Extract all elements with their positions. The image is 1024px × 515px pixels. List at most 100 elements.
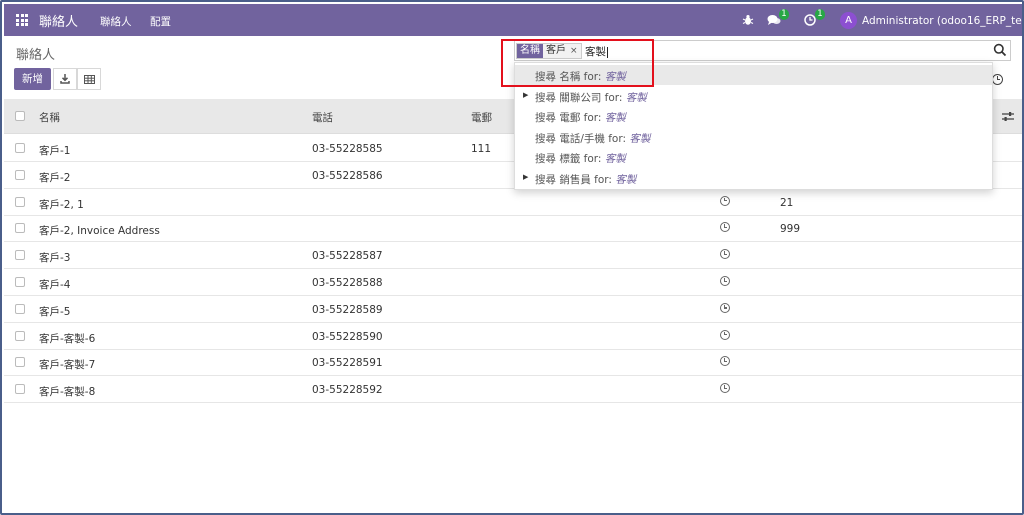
option-search-term: 客製 [629, 132, 651, 145]
optional-columns-sliders-icon[interactable] [1002, 111, 1014, 122]
activity-view-clock-icon[interactable] [992, 74, 1003, 85]
row-checkbox[interactable] [15, 357, 25, 368]
search-input[interactable]: 客製 [585, 44, 608, 59]
activities-count-badge: 1 [815, 9, 825, 20]
cell-email: 111 [471, 143, 492, 155]
autocomplete-option[interactable]: 搜尋 電郵 for: 客製 [515, 106, 992, 126]
activity-clock-icon[interactable] [720, 276, 730, 286]
row-checkbox[interactable] [15, 330, 25, 341]
row-checkbox[interactable] [15, 303, 25, 314]
option-search-term: 客製 [604, 153, 626, 165]
cell-name: 客戶-2, Invoice Address [39, 225, 160, 238]
cell-name: 客戶-2 [39, 171, 71, 184]
option-label: 搜尋 銷售員 for: [535, 173, 616, 186]
option-search-term: 客製 [615, 173, 637, 186]
apps-menu-icon[interactable] [16, 14, 28, 26]
table-row[interactable]: 客戶-3 03-55228587 [4, 242, 1022, 270]
row-checkbox[interactable] [15, 277, 25, 287]
top-navbar: 聯絡人 聯絡人 配置 1 1 A Administrator (odoo16_E… [4, 4, 1022, 36]
activity-clock-icon[interactable] [720, 302, 730, 313]
cell-extra: 21 [780, 196, 794, 209]
cell-phone: 03-55228589 [312, 303, 383, 316]
option-label: 搜尋 名稱 for: [535, 71, 605, 83]
cell-phone: 03-55228590 [312, 330, 383, 343]
autocomplete-option[interactable]: ▶ 搜尋 關聯公司 for: 客製 [515, 86, 992, 106]
option-label: 搜尋 標籤 for: [535, 153, 605, 165]
option-search-term: 客製 [604, 71, 626, 83]
cell-name: 客戶-2, 1 [39, 198, 84, 211]
import-button[interactable] [53, 68, 77, 90]
cell-phone: 03-55228592 [312, 384, 383, 397]
table-row[interactable]: 客戶-客製-6 03-55228590 [4, 323, 1022, 350]
cell-name: 客戶-4 [39, 279, 71, 291]
autocomplete-option[interactable]: 搜尋 電話/手機 for: 客製 [515, 127, 992, 147]
autocomplete-option[interactable]: 搜尋 名稱 for: 客製 [515, 65, 992, 85]
cell-phone: 03-55228586 [312, 169, 383, 182]
cell-name: 客戶-1 [39, 145, 71, 157]
column-header-name[interactable]: 名稱 [39, 110, 60, 125]
row-checkbox[interactable] [15, 250, 25, 261]
user-menu[interactable]: Administrator (odoo16_ERP_test2) [862, 15, 1022, 27]
cell-name: 客戶-客製-7 [39, 359, 96, 372]
row-checkbox[interactable] [15, 223, 25, 234]
cell-name: 客戶-5 [39, 305, 71, 318]
table-row[interactable]: 客戶-客製-8 03-55228592 [4, 376, 1022, 404]
option-label: 搜尋 電話/手機 for: [535, 132, 630, 145]
select-all-checkbox[interactable] [15, 111, 25, 121]
app-window: 聯絡人 聯絡人 配置 1 1 A Administrator (odoo16_E… [0, 0, 1024, 515]
row-checkbox[interactable] [15, 143, 25, 153]
option-search-term: 客製 [604, 112, 626, 124]
activity-clock-icon[interactable] [720, 222, 730, 233]
activity-clock-icon[interactable] [720, 195, 730, 206]
text-caret [607, 46, 608, 58]
search-icon[interactable] [993, 43, 1007, 57]
messages-count-badge: 1 [779, 9, 789, 20]
user-avatar[interactable]: A [840, 12, 857, 29]
autocomplete-option[interactable]: 搜尋 標籤 for: 客製 [515, 147, 992, 167]
cell-extra: 999 [780, 223, 801, 236]
cell-phone: 03-55228591 [312, 357, 383, 370]
option-search-term: 客製 [625, 91, 647, 104]
table-row[interactable]: 客戶-5 03-55228589 [4, 296, 1022, 323]
cell-name: 客戶-客製-6 [39, 332, 96, 345]
cell-phone: 03-55228588 [312, 277, 383, 289]
table-grid-icon [83, 75, 95, 84]
cell-phone: 03-55228585 [312, 143, 383, 155]
spreadsheet-button[interactable] [77, 68, 101, 90]
activity-clock-icon[interactable] [720, 356, 730, 367]
option-label: 搜尋 關聯公司 for: [535, 91, 626, 104]
expand-caret-icon[interactable]: ▶ [523, 173, 528, 181]
search-facet: 名稱 客戶 × [516, 43, 582, 59]
cell-name: 客戶-3 [39, 252, 71, 265]
new-button[interactable]: 新增 [14, 68, 51, 90]
debug-bug-icon[interactable] [742, 14, 754, 26]
column-header-phone[interactable]: 電話 [312, 110, 333, 125]
column-header-email[interactable]: 電郵 [471, 110, 492, 125]
activity-clock-icon[interactable] [720, 383, 730, 394]
table-row[interactable]: 客戶-2, 1 21 [4, 189, 1022, 216]
app-name[interactable]: 聯絡人 [39, 11, 78, 30]
menu-contacts[interactable]: 聯絡人 [100, 14, 132, 29]
option-label: 搜尋 電郵 for: [535, 112, 605, 124]
activity-clock-icon[interactable] [720, 249, 730, 260]
activity-clock-icon[interactable] [720, 329, 730, 340]
table-row[interactable]: 客戶-2, Invoice Address 999 [4, 215, 1022, 243]
facet-value: 客戶 [546, 45, 566, 56]
table-row[interactable]: 客戶-4 03-55228588 [4, 269, 1022, 296]
cell-name: 客戶-客製-8 [39, 386, 96, 399]
table-row[interactable]: 客戶-客製-7 03-55228591 [4, 349, 1022, 377]
search-bar[interactable]: 名稱 客戶 × 客製 [514, 40, 1011, 61]
search-query-text: 客製 [585, 46, 606, 58]
menu-configuration[interactable]: 配置 [150, 14, 171, 29]
row-checkbox[interactable] [15, 196, 25, 207]
download-icon [60, 74, 70, 84]
cell-phone: 03-55228587 [312, 250, 383, 263]
facet-remove-icon[interactable]: × [569, 44, 581, 58]
search-autocomplete-dropdown: 搜尋 名稱 for: 客製 ▶ 搜尋 關聯公司 for: 客製 搜尋 電郵 for: … [514, 62, 993, 190]
expand-caret-icon[interactable]: ▶ [523, 91, 528, 99]
row-checkbox[interactable] [15, 384, 25, 395]
breadcrumb: 聯絡人 [16, 48, 56, 63]
facet-field-label: 名稱 [517, 44, 543, 58]
row-checkbox[interactable] [15, 169, 25, 180]
autocomplete-option[interactable]: ▶ 搜尋 銷售員 for: 客製 [515, 168, 992, 188]
